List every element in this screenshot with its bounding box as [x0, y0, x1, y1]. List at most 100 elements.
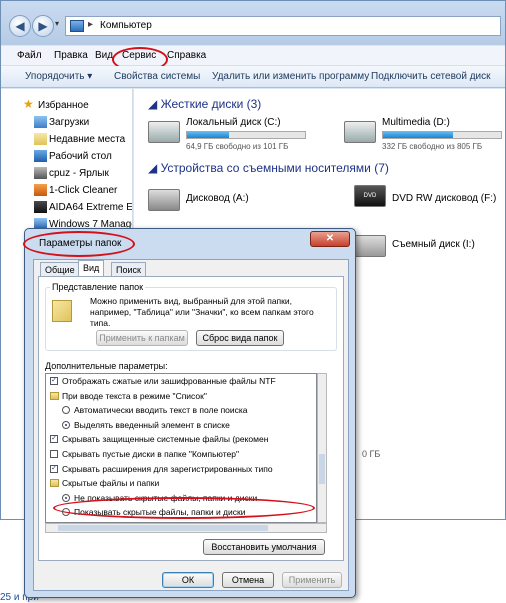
nav-label: Избранное: [38, 100, 89, 111]
forward-button[interactable]: ▶: [32, 15, 54, 37]
radio-button[interactable]: [62, 493, 70, 502]
scroll-thumb[interactable]: [319, 454, 325, 484]
group-label: Представление папок: [50, 282, 146, 292]
setting-label: Скрытые файлы и папки: [62, 478, 160, 489]
drive-usage-bar: [186, 131, 306, 139]
uninstall-program-button[interactable]: Удалить или изменить программу: [212, 71, 369, 82]
setting-label: При вводе текста в режиме "Список": [62, 390, 207, 401]
nav-label: AIDA64 Extreme Edit: [49, 202, 133, 213]
collapse-arrow-icon: ◢: [148, 97, 161, 111]
menu-edit[interactable]: Правка: [54, 50, 88, 61]
drive-i[interactable]: Съемный диск (I:): [354, 231, 504, 271]
drive-name: Дисковод (A:): [186, 193, 249, 204]
folder-options-dialog: Параметры папок ✕ Общие Вид Поиск Предст…: [23, 228, 356, 598]
group-header-hdd[interactable]: ◢ Жесткие диски (3): [148, 97, 261, 111]
checkbox[interactable]: ✓: [50, 464, 58, 473]
computer-icon: [70, 20, 84, 32]
cpuz-icon: [34, 167, 47, 179]
checkbox[interactable]: [50, 450, 58, 458]
organize-button[interactable]: Упорядочить ▾: [25, 71, 92, 82]
desktop-icon: [34, 150, 47, 162]
close-button[interactable]: ✕: [310, 231, 350, 247]
menu-bar: Файл Правка Вид Сервис Справка: [1, 46, 505, 66]
breadcrumb-computer[interactable]: Компьютер: [100, 20, 152, 31]
tab-panel-view: Представление папок Можно применить вид,…: [38, 276, 344, 561]
nav-label: Рабочий стол: [49, 151, 112, 162]
setting-label: Скрывать расширения для зарегистрированн…: [62, 463, 273, 474]
restore-defaults-button[interactable]: Восстановить умолчания: [203, 539, 325, 555]
dialog-body: Общие Вид Поиск Представление папок Можн…: [33, 259, 349, 591]
partial-drive-size: 0 ГБ: [362, 449, 381, 459]
nav-1click-cleaner[interactable]: 1-Click Cleaner: [1, 182, 132, 200]
nav-label: Недавние места: [49, 134, 126, 145]
apply-to-folders-button[interactable]: Применить к папкам: [96, 330, 188, 346]
apply-button[interactable]: Применить: [282, 572, 342, 588]
command-bar: Упорядочить ▾ Свойства системы Удалить и…: [1, 66, 505, 88]
checkbox[interactable]: ✓: [50, 435, 58, 444]
nav-aida64[interactable]: AIDA64 Extreme Edit: [1, 199, 133, 217]
setting-label: Скрывать пустые диски в папке "Компьютер…: [62, 449, 239, 459]
cleaner-icon: [34, 184, 47, 196]
horizontal-scrollbar[interactable]: [45, 523, 327, 533]
system-properties-button[interactable]: Свойства системы: [114, 71, 200, 82]
title-bar: ◀ ▶ ▾ ▸ Компьютер: [1, 1, 505, 45]
tab-search[interactable]: Поиск: [111, 262, 146, 277]
highlight-circle-show-hidden: [53, 497, 315, 519]
vertical-scrollbar[interactable]: [317, 373, 327, 523]
removable-drive-icon: [354, 235, 386, 257]
setting-label: Отображать сжатые или зашифрованные файл…: [62, 376, 276, 386]
folder-view-icon: [52, 300, 72, 322]
nav-recent-places[interactable]: Недавние места: [1, 131, 132, 149]
breadcrumb-separator-icon[interactable]: ▸: [88, 19, 93, 30]
history-dropdown-icon[interactable]: ▾: [55, 19, 59, 28]
downloads-icon: [34, 116, 47, 128]
nav-label: cpuz - Ярлык: [49, 168, 109, 179]
drive-d[interactable]: Multimedia (D:) 332 ГБ свободно из 805 Г…: [344, 117, 504, 157]
menu-help[interactable]: Справка: [167, 50, 206, 61]
drive-usage-bar: [382, 131, 502, 139]
reset-folders-button[interactable]: Сброс вида папок: [196, 330, 284, 346]
nav-cpuz[interactable]: cpuz - Ярлык: [1, 165, 132, 183]
checkbox[interactable]: ✓: [50, 377, 58, 385]
group-header-removable[interactable]: ◢ Устройства со съемными носителями (7): [148, 161, 389, 175]
drive-a[interactable]: Дисковод (A:): [148, 185, 338, 225]
drive-free-space: 332 ГБ свободно из 805 ГБ: [382, 142, 483, 151]
tab-general[interactable]: Общие: [40, 262, 80, 277]
group-header-label: Жесткие диски (3): [160, 97, 262, 111]
collapse-arrow-icon: ◢: [148, 161, 161, 175]
hard-drive-icon: [148, 121, 180, 143]
scroll-thumb[interactable]: [58, 525, 268, 531]
drive-name: DVD RW дисковод (F:): [392, 193, 497, 204]
advanced-settings-label: Дополнительные параметры:: [45, 361, 168, 371]
highlight-circle-title: [23, 231, 135, 257]
folder-icon: [50, 479, 59, 488]
setting-label: Скрывать защищенные системные файлы (рек…: [62, 434, 269, 445]
cancel-button[interactable]: Отмена: [222, 572, 274, 588]
drive-free-space: 64,9 ГБ свободно из 101 ГБ: [186, 142, 289, 151]
address-bar[interactable]: ▸ Компьютер: [65, 16, 501, 36]
floppy-drive-icon: [148, 189, 180, 211]
back-button[interactable]: ◀: [9, 15, 31, 37]
folder-icon: [50, 391, 59, 400]
group-header-label: Устройства со съемными носителями (7): [160, 161, 389, 175]
drive-f[interactable]: DVD DVD RW дисковод (F:): [354, 181, 504, 221]
drive-name: Multimedia (D:): [382, 117, 450, 128]
menu-file[interactable]: Файл: [17, 50, 42, 61]
radio-button[interactable]: [62, 420, 70, 429]
ok-button[interactable]: ОК: [162, 572, 214, 588]
aida64-icon: [34, 201, 47, 213]
tab-view[interactable]: Вид: [78, 260, 105, 277]
dvd-drive-icon: DVD: [354, 185, 386, 207]
nav-desktop[interactable]: Рабочий стол: [1, 148, 132, 166]
hard-drive-icon: [344, 121, 376, 143]
drive-c[interactable]: Локальный диск (C:) 64,9 ГБ свободно из …: [148, 117, 338, 157]
folder-views-group: Представление папок Можно применить вид,…: [45, 282, 337, 351]
nav-favorites[interactable]: ★ Избранное: [1, 97, 132, 115]
drive-name: Локальный диск (C:): [186, 117, 281, 128]
drive-name: Съемный диск (I:): [392, 239, 475, 250]
menu-view[interactable]: Вид: [95, 50, 113, 61]
radio-button[interactable]: [62, 406, 70, 415]
nav-downloads[interactable]: Загрузки: [1, 114, 132, 132]
map-network-drive-button[interactable]: Подключить сетевой диск: [371, 71, 491, 82]
setting-label: Автоматически вводить текст в поле поиск…: [74, 405, 248, 416]
